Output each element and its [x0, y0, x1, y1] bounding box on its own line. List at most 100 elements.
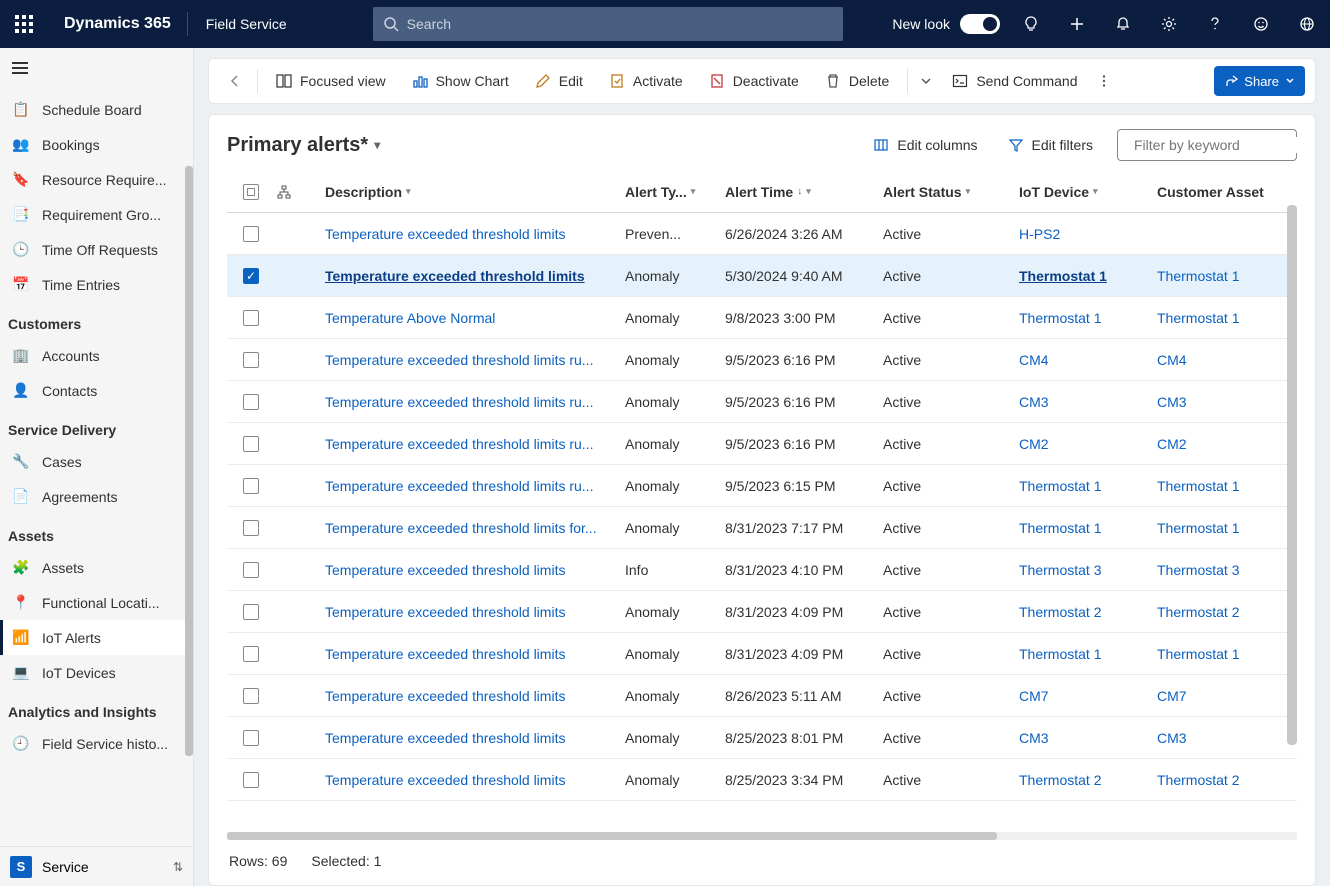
- sidebar-toggle[interactable]: [0, 48, 193, 88]
- view-selector[interactable]: Primary alerts* ▾: [227, 134, 380, 157]
- cell-description[interactable]: Temperature exceeded threshold limits: [325, 646, 625, 662]
- sidebar-item-time-off-requests[interactable]: 🕒Time Off Requests: [0, 232, 193, 267]
- row-checkbox[interactable]: [227, 310, 277, 326]
- table-row[interactable]: ✓Temperature exceeded threshold limitsAn…: [227, 255, 1297, 297]
- delete-button[interactable]: Delete: [813, 59, 901, 103]
- row-checkbox[interactable]: [227, 394, 277, 410]
- sidebar-item-requirement-gro[interactable]: 📑Requirement Gro...: [0, 197, 193, 232]
- cell-customer-asset[interactable]: Thermostat 1: [1157, 478, 1267, 494]
- cell-iot-device[interactable]: Thermostat 1: [1019, 310, 1157, 326]
- cell-customer-asset[interactable]: Thermostat 1: [1157, 310, 1267, 326]
- sidebar-item-agreements[interactable]: 📄Agreements: [0, 479, 193, 514]
- row-checkbox[interactable]: [227, 436, 277, 452]
- edit-columns-button[interactable]: Edit columns: [867, 137, 983, 153]
- feedback-button[interactable]: [1238, 0, 1284, 48]
- account-button[interactable]: [1284, 0, 1330, 48]
- cell-customer-asset[interactable]: CM4: [1157, 352, 1267, 368]
- sidebar-item-functional-locati[interactable]: 📍Functional Locati...: [0, 585, 193, 620]
- table-row[interactable]: Temperature Above NormalAnomaly9/8/2023 …: [227, 297, 1297, 339]
- table-row[interactable]: Temperature exceeded threshold limitsAno…: [227, 759, 1297, 801]
- row-checkbox[interactable]: [227, 226, 277, 242]
- activate-button[interactable]: Activate: [597, 59, 695, 103]
- cell-iot-device[interactable]: CM7: [1019, 688, 1157, 704]
- cell-customer-asset[interactable]: Thermostat 1: [1157, 268, 1267, 284]
- table-row[interactable]: Temperature exceeded threshold limits ru…: [227, 339, 1297, 381]
- focused-view-button[interactable]: Focused view: [264, 59, 398, 103]
- edit-button[interactable]: Edit: [523, 59, 595, 103]
- col-iot-device[interactable]: IoT Device▾: [1019, 184, 1157, 200]
- sidebar-item-iot-devices[interactable]: 💻IoT Devices: [0, 655, 193, 690]
- table-row[interactable]: Temperature exceeded threshold limitsPre…: [227, 213, 1297, 255]
- cell-description[interactable]: Temperature exceeded threshold limits ru…: [325, 394, 625, 410]
- show-chart-button[interactable]: Show Chart: [400, 59, 521, 103]
- cell-customer-asset[interactable]: Thermostat 2: [1157, 772, 1267, 788]
- cell-iot-device[interactable]: CM4: [1019, 352, 1157, 368]
- overflow-button[interactable]: [1091, 59, 1117, 103]
- row-checkbox[interactable]: [227, 646, 277, 662]
- row-checkbox[interactable]: [227, 730, 277, 746]
- table-row[interactable]: Temperature exceeded threshold limitsAno…: [227, 591, 1297, 633]
- notifications-button[interactable]: [1100, 0, 1146, 48]
- share-button[interactable]: Share: [1214, 66, 1305, 96]
- sidebar-item-contacts[interactable]: 👤Contacts: [0, 373, 193, 408]
- table-row[interactable]: Temperature exceeded threshold limits ru…: [227, 465, 1297, 507]
- sidebar-item-schedule-board[interactable]: 📋Schedule Board: [0, 92, 193, 127]
- table-row[interactable]: Temperature exceeded threshold limits ru…: [227, 381, 1297, 423]
- sidebar-item-field-service-histo[interactable]: 🕘Field Service histo...: [0, 726, 193, 761]
- cell-iot-device[interactable]: CM3: [1019, 394, 1157, 410]
- col-description[interactable]: Description▾: [325, 184, 625, 200]
- row-checkbox[interactable]: [227, 688, 277, 704]
- cell-description[interactable]: Temperature Above Normal: [325, 310, 625, 326]
- sidebar-scrollbar[interactable]: [185, 166, 193, 756]
- cell-iot-device[interactable]: Thermostat 1: [1019, 478, 1157, 494]
- search-input[interactable]: [407, 16, 833, 32]
- vertical-scrollbar[interactable]: [1287, 205, 1297, 745]
- cell-iot-device[interactable]: Thermostat 1: [1019, 268, 1157, 284]
- sidebar-item-resource-require[interactable]: 🔖Resource Require...: [0, 162, 193, 197]
- help-button[interactable]: [1192, 0, 1238, 48]
- cell-iot-device[interactable]: CM2: [1019, 436, 1157, 452]
- table-row[interactable]: Temperature exceeded threshold limits fo…: [227, 507, 1297, 549]
- cell-customer-asset[interactable]: Thermostat 2: [1157, 604, 1267, 620]
- row-checkbox[interactable]: [227, 352, 277, 368]
- table-row[interactable]: Temperature exceeded threshold limits ru…: [227, 423, 1297, 465]
- sidebar-item-accounts[interactable]: 🏢Accounts: [0, 338, 193, 373]
- cell-description[interactable]: Temperature exceeded threshold limits ru…: [325, 478, 625, 494]
- cell-iot-device[interactable]: Thermostat 1: [1019, 646, 1157, 662]
- cell-customer-asset[interactable]: Thermostat 1: [1157, 646, 1267, 662]
- cell-iot-device[interactable]: Thermostat 3: [1019, 562, 1157, 578]
- cell-iot-device[interactable]: H-PS2: [1019, 226, 1157, 242]
- col-customer-asset[interactable]: Customer Asset▾: [1157, 184, 1267, 200]
- horizontal-scrollbar[interactable]: [227, 829, 1297, 843]
- app-name-label[interactable]: Field Service: [188, 16, 305, 32]
- table-row[interactable]: Temperature exceeded threshold limitsAno…: [227, 633, 1297, 675]
- area-switcher[interactable]: S Service ⇅: [0, 846, 193, 886]
- select-all-checkbox[interactable]: [227, 184, 277, 200]
- sidebar-item-bookings[interactable]: 👥Bookings: [0, 127, 193, 162]
- app-launcher-button[interactable]: [0, 0, 48, 48]
- cell-customer-asset[interactable]: CM3: [1157, 394, 1267, 410]
- cell-iot-device[interactable]: CM3: [1019, 730, 1157, 746]
- cell-customer-asset[interactable]: CM2: [1157, 436, 1267, 452]
- row-checkbox[interactable]: [227, 562, 277, 578]
- send-command-button[interactable]: Send Command: [940, 59, 1089, 103]
- cell-description[interactable]: Temperature exceeded threshold limits: [325, 268, 625, 284]
- edit-filters-button[interactable]: Edit filters: [1002, 137, 1099, 153]
- cell-description[interactable]: Temperature exceeded threshold limits: [325, 688, 625, 704]
- settings-button[interactable]: [1146, 0, 1192, 48]
- row-checkbox[interactable]: ✓: [227, 268, 277, 284]
- table-row[interactable]: Temperature exceeded threshold limitsAno…: [227, 717, 1297, 759]
- cell-customer-asset[interactable]: Thermostat 3: [1157, 562, 1267, 578]
- hierarchy-column[interactable]: [277, 185, 325, 199]
- sidebar-item-iot-alerts[interactable]: 📶IoT Alerts: [0, 620, 193, 655]
- cell-iot-device[interactable]: Thermostat 2: [1019, 772, 1157, 788]
- cell-iot-device[interactable]: Thermostat 1: [1019, 520, 1157, 536]
- cell-description[interactable]: Temperature exceeded threshold limits: [325, 730, 625, 746]
- sidebar-item-assets[interactable]: 🧩Assets: [0, 550, 193, 585]
- grid-body[interactable]: Temperature exceeded threshold limitsPre…: [227, 213, 1297, 823]
- back-button[interactable]: [219, 59, 251, 103]
- add-button[interactable]: [1054, 0, 1100, 48]
- cell-iot-device[interactable]: Thermostat 2: [1019, 604, 1157, 620]
- global-search[interactable]: [373, 7, 843, 41]
- row-checkbox[interactable]: [227, 520, 277, 536]
